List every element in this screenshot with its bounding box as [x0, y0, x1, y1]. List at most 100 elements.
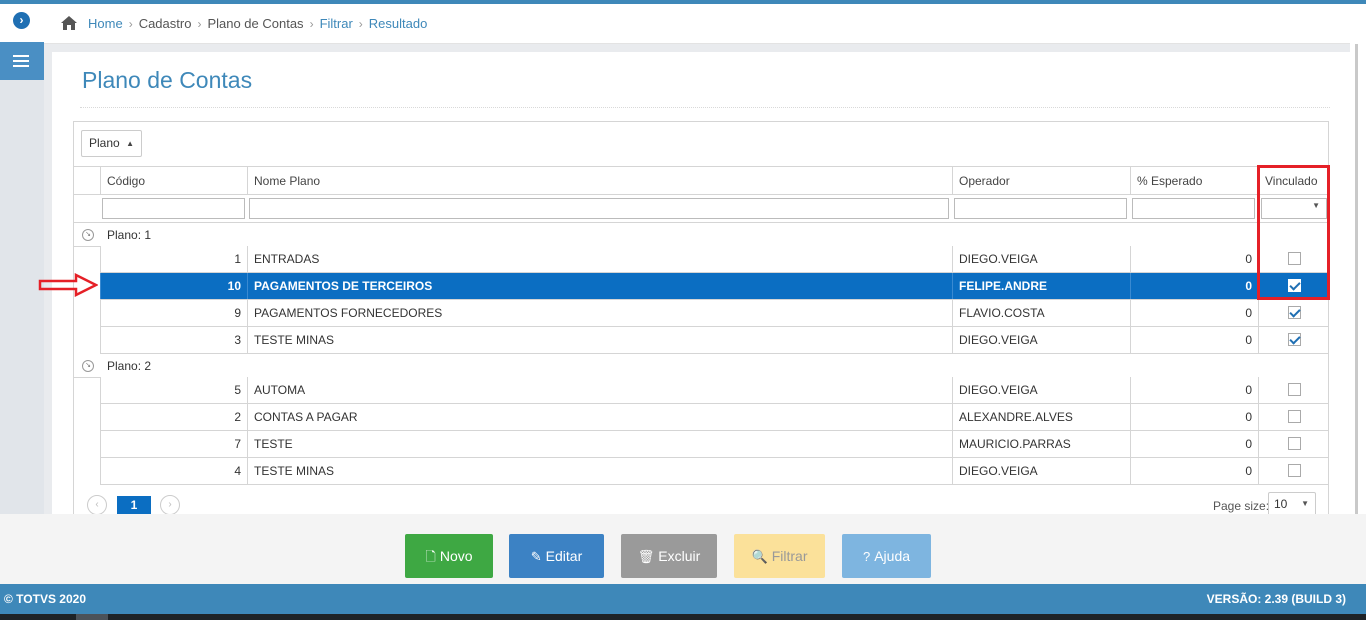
- group-header-plano-1[interactable]: ↘ Plano: 1: [74, 223, 1328, 247]
- collapse-group-icon[interactable]: ↘: [82, 360, 94, 372]
- group-header-plano-2[interactable]: ↘ Plano: 2: [74, 354, 1328, 378]
- table-row[interactable]: 3 TESTE MINAS DIEGO.VEIGA 0: [100, 327, 1328, 354]
- group-label: Plano: 1: [107, 228, 152, 242]
- cell-vinculado: [1258, 431, 1328, 457]
- current-page-button[interactable]: 1: [117, 496, 151, 514]
- ajuda-label: Ajuda: [874, 548, 911, 564]
- page-size-label: Page size:: [1213, 499, 1270, 513]
- page-size-select[interactable]: 10 ▼: [1268, 492, 1316, 514]
- editar-button[interactable]: ✎ Editar: [509, 534, 604, 578]
- cell-vinculado: [1258, 404, 1328, 430]
- cell-vinculado: [1258, 327, 1328, 353]
- novo-button[interactable]: 🗋 Novo: [405, 534, 493, 578]
- vinculado-checkbox[interactable]: [1288, 410, 1301, 423]
- vinculado-checkbox[interactable]: [1288, 306, 1301, 319]
- table-row[interactable]: 4 TESTE MINAS DIEGO.VEIGA 0: [100, 458, 1328, 485]
- breadcrumb-home[interactable]: Home: [88, 16, 123, 31]
- table-row[interactable]: 2 CONTAS A PAGAR ALEXANDRE.ALVES 0: [100, 404, 1328, 431]
- grid-pager: ‹ 1 › Page size: 10 ▼: [74, 487, 1328, 514]
- cell-codigo: 10: [100, 273, 247, 299]
- cell-nome-plano: TESTE MINAS: [247, 327, 952, 353]
- version-text: VERSÃO: 2.39 (BUILD 3): [1206, 592, 1346, 606]
- excluir-button[interactable]: 🗑 Excluir: [621, 534, 717, 578]
- prev-page-icon[interactable]: ‹: [87, 495, 107, 514]
- cell-nome-plano: ENTRADAS: [247, 246, 952, 272]
- vinculado-checkbox[interactable]: [1288, 464, 1301, 477]
- edit-icon: ✎: [530, 549, 542, 564]
- table-row-selected[interactable]: 10 PAGAMENTOS DE TERCEIROS FELIPE.ANDRE …: [100, 273, 1328, 300]
- breadcrumb-resultado[interactable]: Resultado: [369, 16, 428, 31]
- cell-operador: DIEGO.VEIGA: [952, 327, 1130, 353]
- vinculado-checkbox[interactable]: [1288, 333, 1301, 346]
- hamburger-icon: [13, 55, 29, 67]
- ajuda-button[interactable]: ? Ajuda: [842, 534, 931, 578]
- filter-codigo-input[interactable]: [102, 198, 245, 219]
- next-page-icon[interactable]: ›: [160, 495, 180, 514]
- filter-operador-input[interactable]: [954, 198, 1127, 219]
- cell-codigo: 2: [100, 404, 247, 430]
- cell-esperado: 0: [1130, 458, 1258, 484]
- breadcrumb-separator: ›: [358, 17, 363, 31]
- cell-nome-plano: PAGAMENTOS DE TERCEIROS: [247, 273, 952, 299]
- column-header-codigo[interactable]: Código: [100, 167, 247, 195]
- taskbar-item[interactable]: [76, 614, 108, 620]
- novo-label: Novo: [439, 548, 473, 564]
- home-icon[interactable]: [60, 15, 78, 31]
- trash-icon: 🗑: [637, 549, 655, 564]
- table-row[interactable]: 9 PAGAMENTOS FORNECEDORES FLAVIO.COSTA 0: [100, 300, 1328, 327]
- cell-esperado: 0: [1130, 404, 1258, 430]
- cell-codigo: 1: [100, 246, 247, 272]
- cell-nome-plano: PAGAMENTOS FORNECEDORES: [247, 300, 952, 326]
- sort-asc-icon[interactable]: ▲: [126, 131, 134, 156]
- filtrar-button[interactable]: 🔍 Filtrar: [734, 534, 825, 578]
- cell-vinculado: [1258, 300, 1328, 326]
- annotation-arrow-icon: [38, 273, 98, 297]
- collapse-group-icon[interactable]: ↘: [82, 229, 94, 241]
- breadcrumb-bar: Home › Cadastro › Plano de Contas › Filtrar › Re…: [44, 4, 1350, 44]
- column-header-nome-plano[interactable]: Nome Plano: [247, 167, 952, 195]
- breadcrumb-cadastro: Cadastro: [138, 16, 192, 31]
- vinculado-checkbox[interactable]: [1288, 383, 1301, 396]
- group-by-chip[interactable]: Plano ▲: [81, 130, 142, 157]
- group-label: Plano: 2: [107, 359, 152, 373]
- cell-codigo: 3: [100, 327, 247, 353]
- breadcrumb-separator: ›: [197, 17, 202, 31]
- column-header-esperado[interactable]: % Esperado: [1130, 167, 1258, 195]
- new-file-icon: 🗋: [425, 549, 436, 564]
- scrollbar-thumb[interactable]: [1355, 44, 1358, 564]
- excluir-label: Excluir: [658, 548, 701, 564]
- cell-vinculado: [1258, 377, 1328, 403]
- chevron-right-icon: ›: [13, 12, 30, 29]
- dropdown-arrow-icon: ▼: [1301, 499, 1309, 508]
- annotation-highlight-box: [1257, 165, 1330, 300]
- breadcrumb: Home › Cadastro › Plano de Contas › Filtrar › Re…: [88, 16, 427, 31]
- sidebar-expand-button[interactable]: ›: [0, 4, 44, 42]
- table-row[interactable]: 1 ENTRADAS DIEGO.VEIGA 0: [100, 246, 1328, 273]
- cell-operador: MAURICIO.PARRAS: [952, 431, 1130, 457]
- filter-nome-plano-input[interactable]: [249, 198, 949, 219]
- page-scrollbar[interactable]: [1350, 4, 1366, 584]
- column-header-operador[interactable]: Operador: [952, 167, 1130, 195]
- cell-nome-plano: AUTOMA: [247, 377, 952, 403]
- cell-operador: FELIPE.ANDRE: [952, 273, 1130, 299]
- editar-label: Editar: [545, 548, 583, 564]
- os-taskbar: [0, 614, 1366, 620]
- search-icon: 🔍: [751, 549, 768, 564]
- breadcrumb-filtrar[interactable]: Filtrar: [320, 16, 353, 31]
- page-size-value: 10: [1274, 497, 1288, 511]
- left-rail: [0, 4, 44, 514]
- vinculado-checkbox[interactable]: [1288, 437, 1301, 450]
- filter-esperado-input[interactable]: [1132, 198, 1255, 219]
- menu-button[interactable]: [0, 42, 44, 80]
- plano-contas-grid: Plano ▲ Código Nome Plano Operador % Esp…: [73, 121, 1329, 514]
- cell-operador: FLAVIO.COSTA: [952, 300, 1130, 326]
- copyright-text: © TOTVS 2020: [4, 592, 86, 606]
- cell-nome-plano: TESTE MINAS: [247, 458, 952, 484]
- cell-esperado: 0: [1130, 377, 1258, 403]
- cell-esperado: 0: [1130, 327, 1258, 353]
- cell-nome-plano: TESTE: [247, 431, 952, 457]
- cell-esperado: 0: [1130, 246, 1258, 272]
- table-row[interactable]: 5 AUTOMA DIEGO.VEIGA 0: [100, 377, 1328, 404]
- table-row[interactable]: 7 TESTE MAURICIO.PARRAS 0: [100, 431, 1328, 458]
- cell-esperado: 0: [1130, 273, 1258, 299]
